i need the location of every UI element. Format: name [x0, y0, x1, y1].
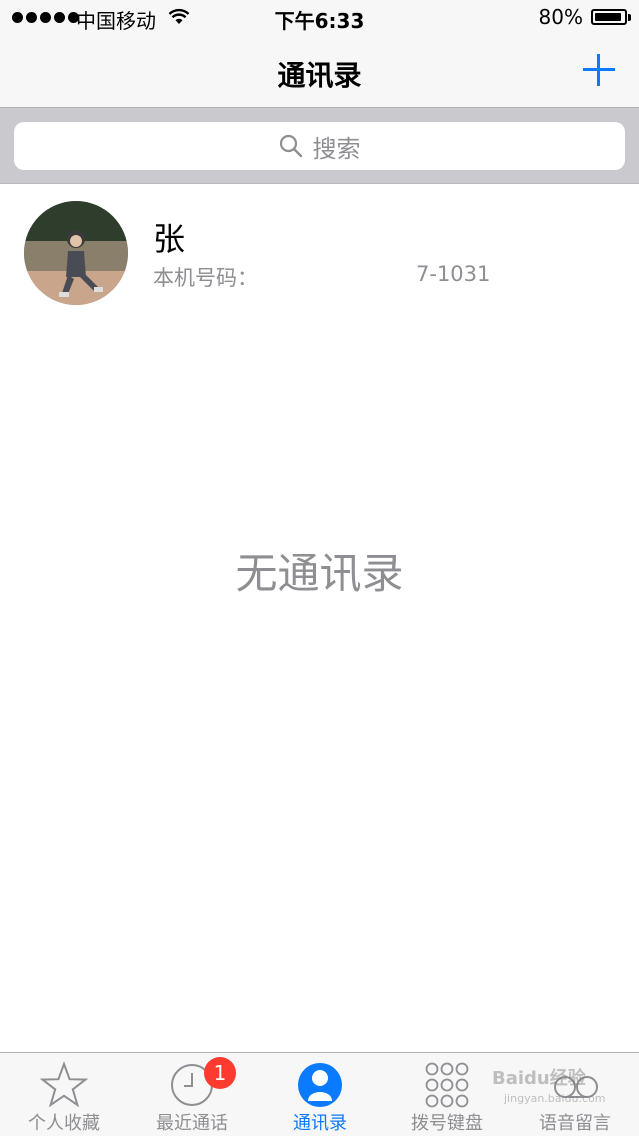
tab-contacts[interactable]: 通讯录 — [256, 1053, 384, 1137]
search-bar-container: 搜索 — [0, 108, 639, 184]
status-bar: 中国移动 下午6:33 80% — [0, 0, 639, 36]
my-card-row[interactable]: 张 本机号码： 7-1031 — [0, 184, 639, 320]
watermark-url: jingyan.baidu.com — [504, 1092, 606, 1105]
tab-contacts-label: 通讯录 — [293, 1113, 347, 1134]
battery-percentage: 80% — [538, 5, 583, 29]
watermark-logo: Baidu经验 — [492, 1068, 586, 1089]
tab-recents-label: 最近通话 — [156, 1113, 228, 1134]
battery-icon — [591, 9, 631, 25]
page-title: 通讯录 — [277, 59, 362, 92]
search-icon — [279, 134, 302, 158]
phone-number: 7-1031 — [416, 262, 491, 286]
tab-voicemail-label: 语音留言 — [539, 1113, 611, 1134]
star-icon — [40, 1061, 88, 1108]
empty-state-text: 无通讯录 — [235, 549, 404, 598]
avatar — [24, 201, 128, 305]
navigation-bar: 通讯录 — [0, 36, 639, 108]
add-contact-button[interactable] — [581, 52, 617, 88]
contacts-icon — [298, 1063, 342, 1107]
tab-favorites[interactable]: 个人收藏 — [0, 1053, 128, 1137]
tab-recents[interactable]: 1 最近通话 — [128, 1053, 256, 1137]
search-input[interactable]: 搜索 — [14, 122, 625, 170]
keypad-icon — [425, 1062, 469, 1108]
missed-calls-badge: 1 — [204, 1057, 236, 1089]
contact-name: 张 — [153, 220, 186, 258]
tab-keypad-label: 拨号键盘 — [411, 1113, 483, 1134]
search-placeholder: 搜索 — [312, 134, 361, 163]
my-number-label: 本机号码： — [153, 266, 258, 290]
tab-favorites-label: 个人收藏 — [28, 1113, 100, 1134]
